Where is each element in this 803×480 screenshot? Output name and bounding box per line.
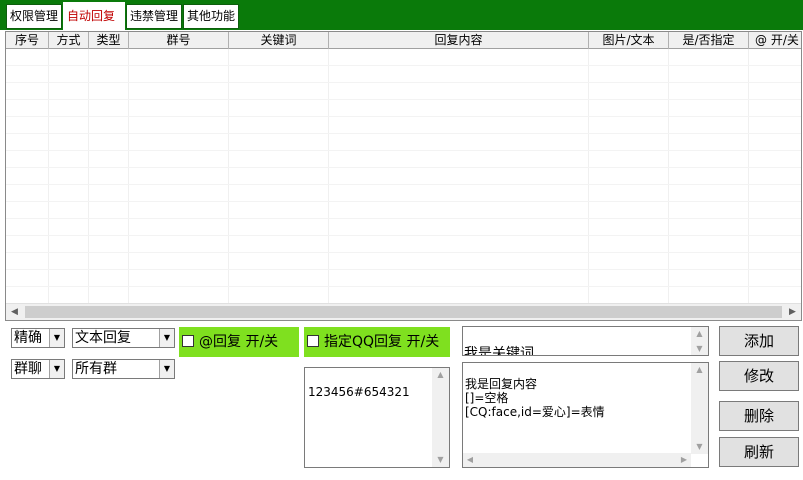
- refresh-button[interactable]: 刷新: [719, 437, 799, 467]
- scroll-down-arrow-icon[interactable]: ▼: [691, 342, 708, 355]
- chevron-down-icon[interactable]: ▼: [49, 360, 64, 378]
- reply-content-text: 我是回复内容 []=空格 [CQ:face,id=爱心]=表情: [465, 377, 605, 419]
- group-scope-select[interactable]: 所有群 ▼: [72, 359, 175, 379]
- table-row[interactable]: [6, 287, 801, 304]
- at-reply-checkbox[interactable]: [182, 335, 194, 347]
- table-horizontal-scrollbar[interactable]: ◀ ▶: [6, 303, 801, 320]
- tab-bar: 权限管理 自动回复 违禁管理 其他功能: [0, 0, 803, 30]
- qq-list-text: 123456#654321: [308, 385, 410, 399]
- scroll-up-arrow-icon[interactable]: ▲: [432, 368, 449, 382]
- scroll-down-arrow-icon[interactable]: ▼: [691, 440, 708, 454]
- table-row[interactable]: [6, 151, 801, 168]
- column-header-specified[interactable]: 是/否指定: [669, 32, 749, 49]
- scroll-right-arrow-icon[interactable]: ▶: [784, 304, 801, 320]
- table-row[interactable]: [6, 168, 801, 185]
- tab-auto-reply[interactable]: 自动回复: [63, 2, 125, 30]
- table-row[interactable]: [6, 100, 801, 117]
- reply-type-value: 文本回复: [75, 330, 131, 346]
- specify-qq-toggle[interactable]: 指定QQ回复 开/关: [304, 327, 450, 357]
- column-header-type[interactable]: 类型: [89, 32, 129, 49]
- table-body: [6, 49, 801, 304]
- table-row[interactable]: [6, 236, 801, 253]
- table-row[interactable]: [6, 134, 801, 151]
- qq-list-textarea[interactable]: 123456#654321 ▲ ▼: [304, 367, 450, 468]
- keyword-input[interactable]: 我是关键词 ▲ ▼: [462, 326, 709, 356]
- keyword-text: 我是关键词: [464, 346, 534, 356]
- chevron-down-icon[interactable]: ▼: [159, 360, 174, 378]
- reply-type-select[interactable]: 文本回复 ▼: [72, 328, 175, 348]
- table-row[interactable]: [6, 270, 801, 287]
- table-row[interactable]: [6, 202, 801, 219]
- match-mode-value: 精确: [14, 330, 42, 346]
- scroll-left-arrow-icon[interactable]: ◀: [6, 304, 23, 320]
- keyword-vertical-scrollbar[interactable]: ▲ ▼: [691, 327, 708, 355]
- reply-content-textarea[interactable]: 我是回复内容 []=空格 [CQ:face,id=爱心]=表情 ▲ ▼ ◀ ▶: [462, 362, 709, 468]
- group-scope-value: 所有群: [75, 361, 117, 377]
- reply-rules-table[interactable]: 序号 方式 类型 群号 关键词 回复内容 图片/文本 是/否指定 @ 开/关 ◀…: [5, 31, 802, 321]
- scroll-left-arrow-icon[interactable]: ◀: [463, 453, 477, 467]
- qq-list-vertical-scrollbar[interactable]: ▲ ▼: [432, 368, 449, 467]
- table-row[interactable]: [6, 117, 801, 134]
- specify-qq-checkbox[interactable]: [307, 335, 319, 347]
- add-button[interactable]: 添加: [719, 326, 799, 356]
- at-reply-label: @回复 开/关: [199, 334, 279, 350]
- reply-content-vertical-scrollbar[interactable]: ▲ ▼: [691, 363, 708, 454]
- scroll-up-arrow-icon[interactable]: ▲: [691, 363, 708, 377]
- column-header-index[interactable]: 序号: [6, 32, 49, 49]
- table-row[interactable]: [6, 253, 801, 270]
- tab-prohibited-management[interactable]: 违禁管理: [126, 4, 182, 29]
- chat-type-select[interactable]: 群聊 ▼: [11, 359, 65, 379]
- tab-permission-management[interactable]: 权限管理: [6, 4, 62, 29]
- scroll-right-arrow-icon[interactable]: ▶: [677, 453, 691, 467]
- column-header-image-text[interactable]: 图片/文本: [589, 32, 669, 49]
- table-row[interactable]: [6, 49, 801, 66]
- chat-type-value: 群聊: [14, 361, 42, 377]
- table-row[interactable]: [6, 66, 801, 83]
- chevron-down-icon[interactable]: ▼: [49, 329, 64, 347]
- table-row[interactable]: [6, 219, 801, 236]
- column-header-mode[interactable]: 方式: [49, 32, 89, 49]
- column-header-keyword[interactable]: 关键词: [229, 32, 329, 49]
- scroll-up-arrow-icon[interactable]: ▲: [691, 327, 708, 340]
- scroll-down-arrow-icon[interactable]: ▼: [432, 453, 449, 467]
- table-row[interactable]: [6, 83, 801, 100]
- specify-qq-label: 指定QQ回复 开/关: [324, 334, 440, 350]
- tab-other-functions[interactable]: 其他功能: [183, 4, 239, 29]
- match-mode-select[interactable]: 精确 ▼: [11, 328, 65, 348]
- column-header-group-id[interactable]: 群号: [129, 32, 229, 49]
- table-header: 序号 方式 类型 群号 关键词 回复内容 图片/文本 是/否指定 @ 开/关: [6, 32, 801, 49]
- at-reply-toggle[interactable]: @回复 开/关: [179, 327, 299, 357]
- scrollbar-thumb[interactable]: [25, 306, 782, 318]
- modify-button[interactable]: 修改: [719, 361, 799, 391]
- reply-content-horizontal-scrollbar[interactable]: ◀ ▶: [463, 453, 691, 467]
- table-row[interactable]: [6, 185, 801, 202]
- column-header-reply-content[interactable]: 回复内容: [329, 32, 589, 49]
- column-header-at-toggle[interactable]: @ 开/关: [749, 32, 801, 49]
- chevron-down-icon[interactable]: ▼: [159, 329, 174, 347]
- delete-button[interactable]: 删除: [719, 401, 799, 431]
